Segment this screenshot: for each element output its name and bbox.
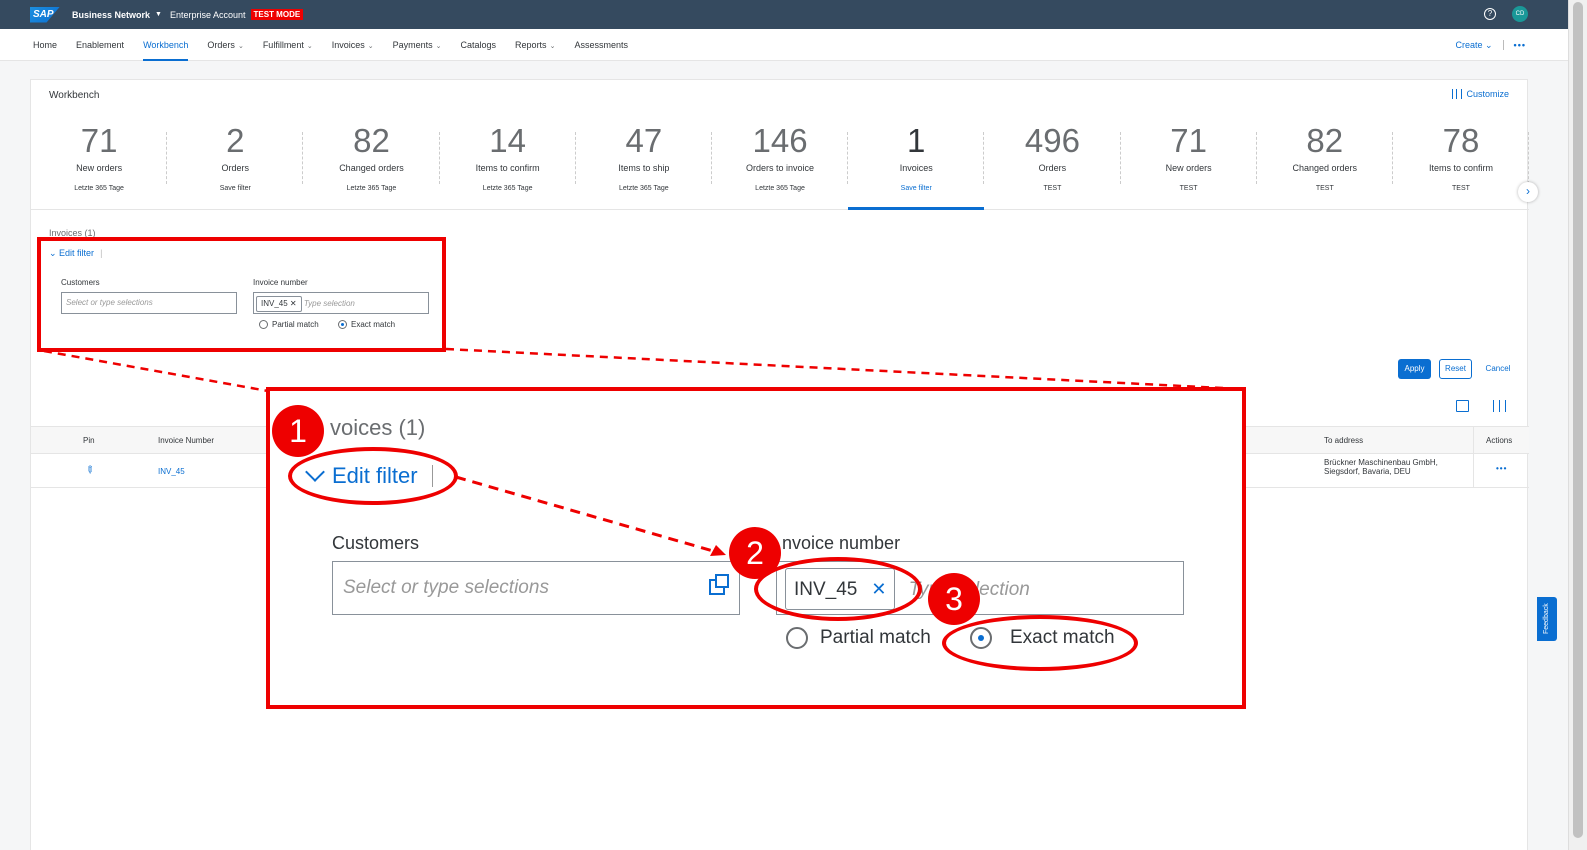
step-badge-1: 1 bbox=[272, 405, 324, 457]
arrow-line bbox=[455, 475, 721, 555]
callout-line-left bbox=[43, 349, 269, 393]
callout-line-right bbox=[445, 347, 1243, 391]
scroll-thumb[interactable] bbox=[1573, 2, 1583, 838]
app-root: SAP Business Network ▼ Enterprise Accoun… bbox=[0, 0, 1587, 850]
scrollbar[interactable] bbox=[1568, 0, 1587, 850]
feedback-button[interactable]: Feedback bbox=[1537, 597, 1557, 641]
step-badge-3: 3 bbox=[928, 573, 980, 625]
arrow-head bbox=[710, 545, 726, 556]
step-badge-2: 2 bbox=[729, 527, 781, 579]
highlight-box-small bbox=[37, 237, 446, 352]
